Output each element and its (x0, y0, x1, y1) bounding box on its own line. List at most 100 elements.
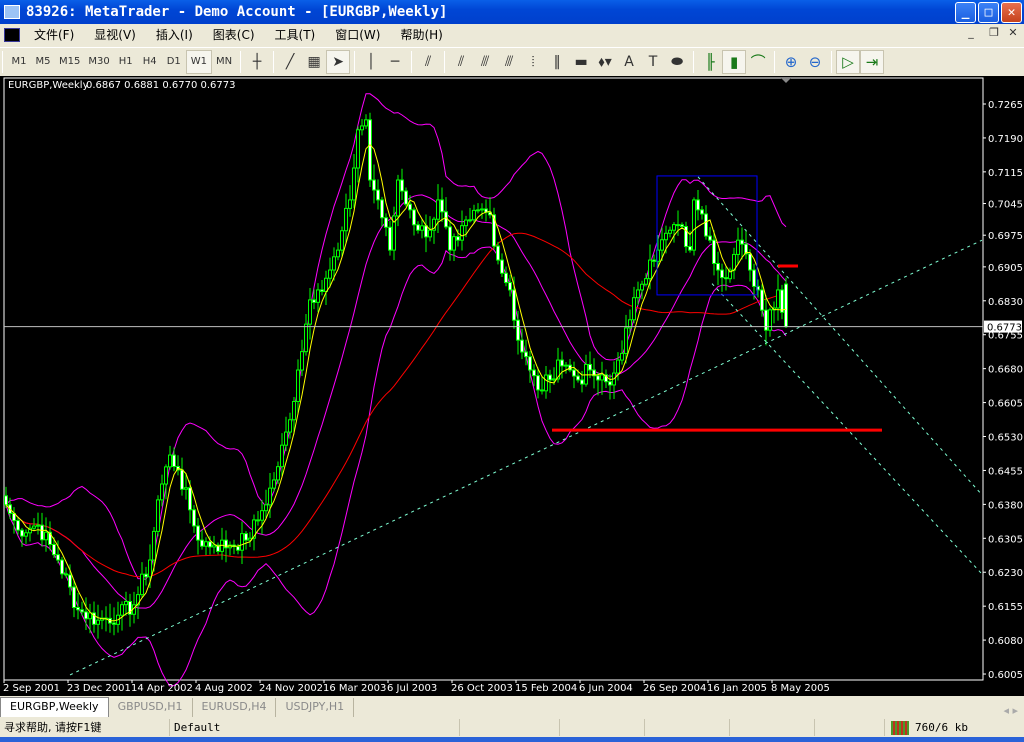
candle-body (412, 209, 416, 226)
rectangle-icon[interactable]: ▬ (569, 50, 593, 74)
pitchfork-icon[interactable]: ⫽ (416, 50, 440, 74)
timeframe-m5-button[interactable]: M5 (31, 50, 55, 74)
horizontal-line-icon[interactable]: ─ (383, 50, 407, 74)
timeframe-d1-button[interactable]: D1 (162, 50, 186, 74)
candle-body (600, 374, 604, 381)
timeframe-m30-button[interactable]: M30 (84, 50, 113, 74)
candle-body (504, 272, 508, 284)
x-tick-label: 14 Apr 2002 (131, 683, 193, 694)
crosshair-icon[interactable]: ┼ (245, 50, 269, 74)
candle-body (576, 375, 580, 381)
tab-scroll-arrows[interactable]: ◂ ▸ (997, 704, 1024, 717)
zoom-out-icon[interactable]: ⊖ (803, 50, 827, 74)
timeframe-h1-button[interactable]: H1 (114, 50, 138, 74)
candle-body (764, 309, 768, 331)
candle-body (688, 246, 692, 251)
candle-body (156, 499, 160, 532)
candle-body (616, 359, 620, 374)
mdi-minimize-button[interactable]: _ (962, 26, 980, 42)
menu-file[interactable]: 文件(F) (24, 26, 84, 43)
candle-body (296, 369, 300, 402)
candle-body (36, 524, 40, 527)
menu-help[interactable]: 帮助(H) (390, 26, 452, 43)
chart-tab[interactable]: USDJPY,H1 (276, 698, 355, 717)
bar-chart-icon[interactable]: ╟ (698, 50, 722, 74)
vertical-line-icon[interactable]: │ (359, 50, 383, 74)
candle-body (560, 359, 564, 367)
fibo-time-icon[interactable]: ⦙ (521, 50, 545, 74)
text-icon[interactable]: A (617, 50, 641, 74)
channel-icon[interactable]: ⫻ (473, 50, 497, 74)
candle-body (660, 239, 664, 251)
timeframe-m15-button[interactable]: M15 (55, 50, 84, 74)
candle-body (308, 299, 312, 325)
autoscroll-icon[interactable]: ▷ (836, 49, 861, 74)
candle-body (56, 554, 60, 561)
mdi-restore-button[interactable]: ❐ (985, 26, 1003, 42)
candle-body (268, 487, 272, 506)
candle-body (384, 217, 388, 228)
candle-body (404, 190, 408, 205)
candle-body (372, 179, 376, 191)
menu-tools[interactable]: 工具(T) (265, 26, 326, 43)
candle-body (236, 546, 240, 551)
candle-body (448, 226, 452, 251)
candle-body (624, 327, 628, 354)
chart-tab[interactable]: EURGBP,Weekly (0, 697, 109, 717)
fibo-fan-icon[interactable]: ⫽ (449, 50, 473, 74)
chart-tab[interactable]: GBPUSD,H1 (109, 698, 193, 717)
price-chart[interactable]: 0.7265 0.7190 0.7115 0.7045 0.6975 0.6905 0.68… (0, 76, 1024, 696)
cursor-icon[interactable]: ➤ (326, 49, 351, 74)
candlestick-icon[interactable]: ▮ (722, 49, 747, 74)
mdi-close-button[interactable]: ✕ (1004, 26, 1022, 42)
trendline-icon[interactable]: ╱ (278, 50, 302, 74)
arrows-icon[interactable]: ⬧▾ (593, 50, 617, 74)
line-chart-icon[interactable]: ⌒ (746, 50, 770, 74)
candle-body (204, 541, 208, 547)
menu-insert[interactable]: 插入(I) (146, 26, 203, 43)
chart-shift-icon[interactable]: ⇥ (860, 49, 885, 74)
zoom-in-icon[interactable]: ⊕ (779, 50, 803, 74)
menu-view[interactable]: 显视(V) (84, 26, 146, 43)
x-tick-label: 23 Dec 2001 (67, 683, 131, 694)
menu-window[interactable]: 窗口(W) (325, 26, 390, 43)
candle-body (68, 574, 72, 588)
candle-body (52, 543, 56, 556)
cycle-lines-icon[interactable]: ‖ (545, 50, 569, 74)
timeframe-h4-button[interactable]: H4 (138, 50, 162, 74)
candle-body (496, 245, 500, 261)
candle-body (284, 431, 288, 446)
candle-body (708, 235, 712, 241)
candle-body (244, 533, 248, 541)
candle-body (636, 289, 640, 299)
timeframe-w1-button[interactable]: W1 (185, 49, 212, 74)
maximize-button[interactable]: □ (978, 2, 999, 23)
x-tick-label: 16 Mar 2003 (323, 683, 386, 694)
timeframe-mn-button[interactable]: MN (212, 50, 236, 74)
timeframe-m1-button[interactable]: M1 (7, 50, 31, 74)
candle-body (80, 609, 84, 613)
chart-tab[interactable]: EURUSD,H4 (193, 698, 277, 717)
close-button[interactable]: ✕ (1001, 2, 1022, 23)
menu-charts[interactable]: 图表(C) (203, 26, 265, 43)
candle-body (344, 207, 348, 232)
candle-body (164, 466, 168, 485)
candle-body (700, 209, 704, 215)
y-tick-label: 0.6455 (988, 466, 1023, 477)
candle-body (548, 374, 552, 381)
candle-body (168, 454, 172, 468)
fibo-grid-icon[interactable]: ▦ (302, 50, 326, 74)
chart-window[interactable]: 0.7265 0.7190 0.7115 0.7045 0.6975 0.6905 0.68… (0, 76, 1024, 696)
minimize-button[interactable]: _ (955, 2, 976, 23)
x-tick-label: 6 Jun 2004 (579, 683, 633, 694)
candle-body (396, 179, 400, 217)
candle-body (440, 199, 444, 213)
candle-body (724, 277, 728, 280)
y-tick-label: 0.6605 (988, 399, 1023, 410)
status-profile: Default (170, 719, 460, 736)
candle-body (112, 622, 116, 625)
ellipse-icon[interactable]: ⬬ (665, 50, 689, 74)
fibo-channel-icon[interactable]: ⫻ (497, 50, 521, 74)
candle-body (148, 559, 152, 578)
label-icon[interactable]: T (641, 50, 665, 74)
